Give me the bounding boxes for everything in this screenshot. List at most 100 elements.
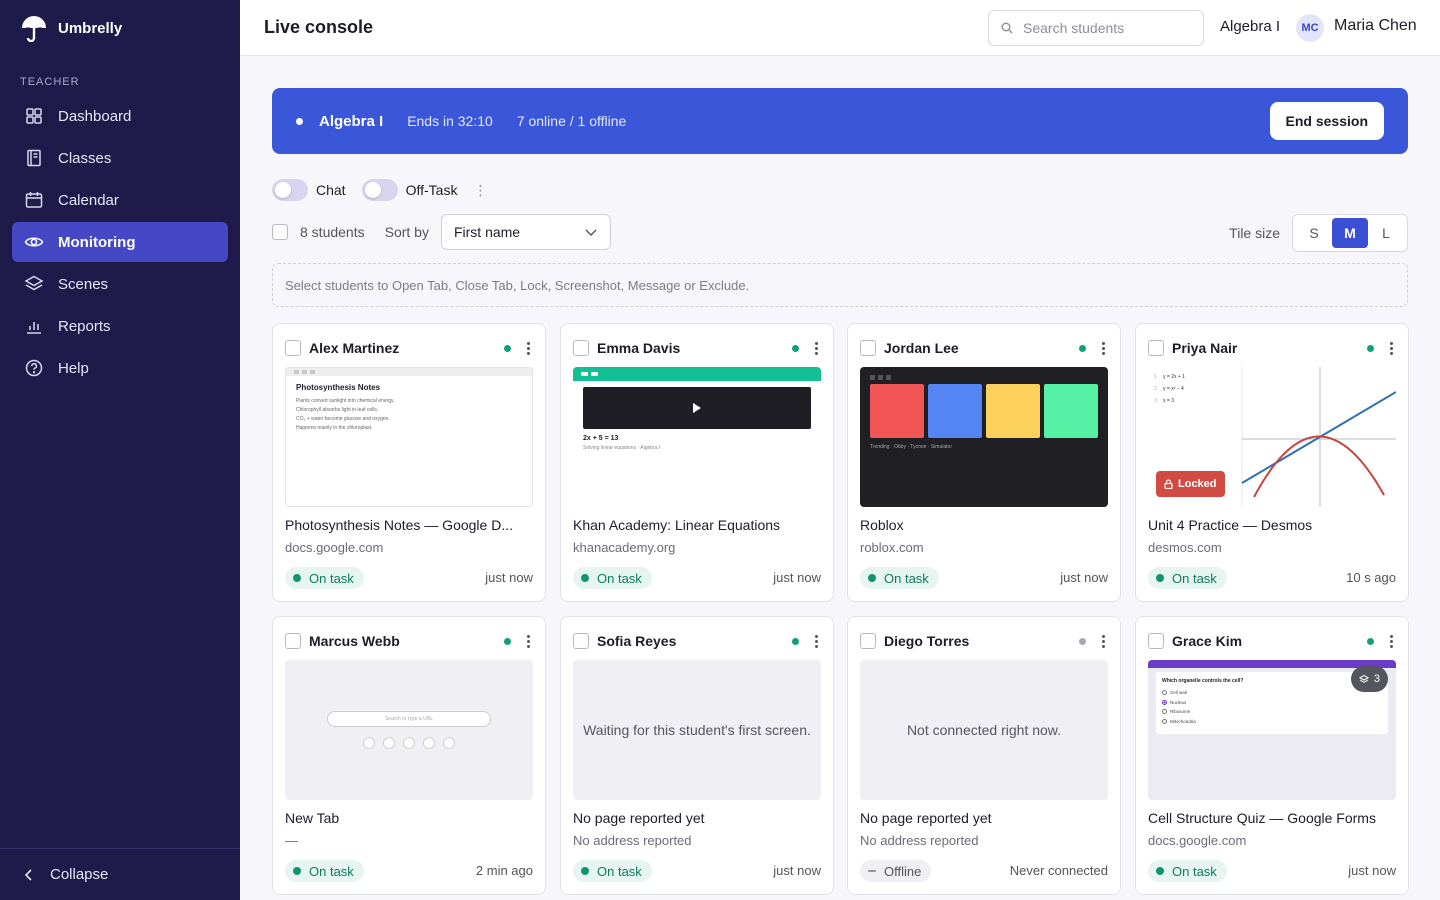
top-header: Live console Algebra I MC Maria Chen xyxy=(240,0,1440,56)
offtask-toggle[interactable] xyxy=(361,179,398,201)
page-title: Live console xyxy=(264,17,374,37)
screen-thumbnail[interactable]: 2x + 5 = 13 Solving linear equations · A… xyxy=(573,367,821,507)
tile-size-l[interactable]: L xyxy=(1368,218,1404,248)
session-presence: 7 online / 1 offline xyxy=(516,113,627,129)
sidebar-item-monitoring[interactable]: Monitoring xyxy=(12,222,228,262)
student-tile[interactable]: Alex Martinez Photosynthesis Notes Plant… xyxy=(272,323,546,602)
student-tile[interactable]: Jordan Lee Trending · Obby · Tycoon · Si… xyxy=(847,323,1121,602)
student-name: Emma Davis xyxy=(597,340,681,356)
sort-select[interactable]: First name xyxy=(440,214,611,250)
student-checkbox[interactable] xyxy=(573,633,589,649)
sidebar-item-classes[interactable]: Classes xyxy=(12,138,228,178)
page-url: roblox.com xyxy=(860,540,924,555)
chevron-down-icon xyxy=(585,229,597,236)
tile-size-m[interactable]: M xyxy=(1332,218,1368,248)
student-tile[interactable]: Priya Nair 1 2 3 y = 2x + 1 y = x² − 4 x… xyxy=(1135,323,1409,602)
tile-toolbar: 8 students Sort by First name Tile size … xyxy=(272,214,1408,252)
quiz-option: Mitochondria xyxy=(1162,717,1382,727)
quiz-question: Which organelle controls the cell? xyxy=(1162,678,1244,684)
screen-thumbnail[interactable]: Search or type a URL xyxy=(285,660,533,800)
sidebar-item-calendar[interactable]: Calendar xyxy=(12,180,228,220)
online-dot xyxy=(792,637,799,645)
student-name: Marcus Webb xyxy=(309,633,400,649)
user-name[interactable]: Maria Chen xyxy=(1334,17,1417,35)
tile-menu-icon[interactable] xyxy=(1098,341,1108,355)
online-dot xyxy=(1367,344,1374,352)
game-tile xyxy=(1044,384,1098,438)
brand-name: Umbrelly xyxy=(58,19,123,37)
sort-value: First name xyxy=(453,224,521,240)
class-switcher[interactable]: Algebra I xyxy=(1220,18,1280,35)
book-icon xyxy=(27,149,41,167)
sidebar-item-scenes[interactable]: Scenes xyxy=(12,264,228,304)
collapse-label: Collapse xyxy=(50,866,109,883)
student-checkbox[interactable] xyxy=(860,340,876,356)
student-checkbox[interactable] xyxy=(573,340,589,356)
student-checkbox[interactable] xyxy=(285,633,301,649)
last-seen: 2 min ago xyxy=(475,863,533,878)
expression-2: y = x² − 4 xyxy=(1163,386,1184,392)
collapse-button[interactable]: Collapse xyxy=(0,848,240,900)
screen-thumbnail[interactable]: Photosynthesis Notes Plants convert sunl… xyxy=(285,367,533,507)
screen-thumbnail[interactable]: Trending · Obby · Tycoon · Simulator xyxy=(860,367,1108,507)
screen-thumbnail[interactable]: 1 2 3 y = 2x + 1 y = x² − 4 x = 3 Locked xyxy=(1148,367,1396,507)
student-tile[interactable]: Diego Torres Not connected right now. No… xyxy=(847,616,1121,895)
online-dot xyxy=(504,637,511,645)
svg-text:2: 2 xyxy=(1154,386,1157,392)
sidebar-item-help[interactable]: Help xyxy=(12,348,228,388)
eye-icon xyxy=(24,237,44,247)
tile-menu-icon[interactable] xyxy=(811,341,821,355)
student-tile[interactable]: Emma Davis 2x + 5 = 13 Solving linear eq… xyxy=(560,323,834,602)
avatar[interactable]: MC xyxy=(1296,14,1324,42)
game-tile xyxy=(928,384,982,438)
umbrella-logo-icon xyxy=(22,16,46,42)
status-badge: On task xyxy=(1148,567,1227,589)
student-checkbox[interactable] xyxy=(860,633,876,649)
end-session-button[interactable]: End session xyxy=(1269,102,1384,140)
open-tabs-badge[interactable]: 3 xyxy=(1350,666,1388,692)
video-player xyxy=(583,387,811,429)
page-title-text: No page reported yet xyxy=(860,810,992,826)
screen-thumbnail[interactable]: Which organelle controls the cell? Cell … xyxy=(1148,660,1396,800)
tile-menu-icon[interactable] xyxy=(523,341,533,355)
lock-icon xyxy=(1164,479,1173,489)
student-name: Jordan Lee xyxy=(884,340,959,356)
student-name: Alex Martinez xyxy=(309,340,400,356)
tile-size-s[interactable]: S xyxy=(1296,218,1332,248)
sidebar-item-dashboard[interactable]: Dashboard xyxy=(12,96,228,136)
tile-size-control: Tile size S M L xyxy=(1229,214,1408,252)
page-url: docs.google.com xyxy=(285,540,384,555)
student-tile[interactable]: Marcus Webb Search or type a URL New Tab… xyxy=(272,616,546,895)
select-all-checkbox[interactable] xyxy=(272,224,288,240)
last-seen: just now xyxy=(1060,570,1108,585)
sidebar-item-label: Scenes xyxy=(58,275,109,293)
filter-toggles: Chat Off-Task ⋮ xyxy=(272,178,487,202)
brand[interactable]: Umbrelly xyxy=(0,0,240,56)
tile-menu-icon[interactable] xyxy=(1386,634,1396,648)
sidebar-item-reports[interactable]: Reports xyxy=(12,306,228,346)
page-title-text: No page reported yet xyxy=(573,810,705,826)
sidebar-nav: Dashboard Classes Calendar Monitoring Sc… xyxy=(0,96,240,388)
search-box[interactable] xyxy=(988,10,1204,46)
session-class: Algebra I xyxy=(319,112,384,130)
student-name: Priya Nair xyxy=(1172,340,1238,356)
page-url: No address reported xyxy=(573,833,692,848)
status-badge: On task xyxy=(860,567,939,589)
tile-menu-icon[interactable] xyxy=(1386,341,1396,355)
live-indicator xyxy=(296,117,303,125)
game-tile xyxy=(986,384,1040,438)
student-checkbox[interactable] xyxy=(285,340,301,356)
tile-menu-icon[interactable] xyxy=(523,634,533,648)
search-input[interactable] xyxy=(1023,20,1183,36)
student-tile[interactable]: Sofia Reyes Waiting for this student's f… xyxy=(560,616,834,895)
student-count: 8 students xyxy=(300,224,365,240)
student-checkbox[interactable] xyxy=(1148,633,1164,649)
tile-menu-icon[interactable] xyxy=(811,634,821,648)
chat-toggle[interactable] xyxy=(272,179,308,201)
more-options-icon[interactable]: ⋮ xyxy=(473,182,487,199)
online-dot xyxy=(504,344,511,352)
student-checkbox[interactable] xyxy=(1148,340,1164,356)
status-badge: On task xyxy=(1148,860,1227,882)
tile-menu-icon[interactable] xyxy=(1098,634,1108,648)
student-tile[interactable]: Grace Kim Which organelle controls the c… xyxy=(1135,616,1409,895)
